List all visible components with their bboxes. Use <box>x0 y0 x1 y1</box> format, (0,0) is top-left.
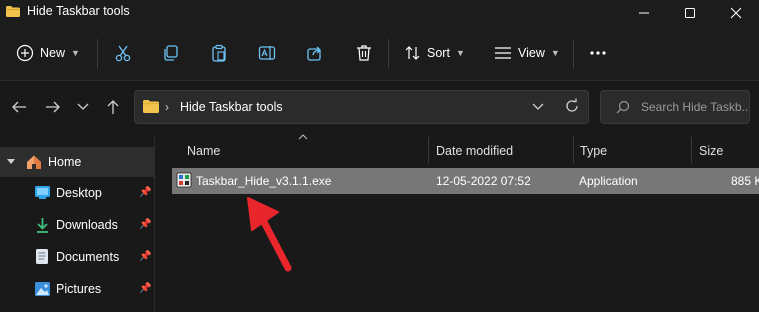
new-button[interactable]: New ▼ <box>16 44 80 62</box>
maximize-button[interactable] <box>667 0 713 26</box>
sort-button[interactable]: Sort ▼ <box>405 45 465 61</box>
documents-icon <box>36 249 48 264</box>
folder-icon <box>6 6 20 17</box>
pictures-icon <box>35 282 50 296</box>
sidebar-item-home[interactable]: Home <box>0 147 155 177</box>
sort-ascending-icon <box>298 134 308 140</box>
column-header-label: Type <box>580 144 608 158</box>
column-header-size[interactable]: Size <box>699 140 723 162</box>
close-icon <box>730 7 742 19</box>
home-icon <box>27 155 41 169</box>
pin-icon[interactable]: 📌 <box>139 219 151 230</box>
desktop-icon <box>35 186 50 199</box>
new-icon <box>16 44 34 62</box>
column-resize-handle[interactable] <box>428 137 429 163</box>
rename-icon[interactable] <box>258 44 276 62</box>
column-header-date-modified[interactable]: Date modified <box>436 140 513 162</box>
separator <box>388 39 389 69</box>
column-resize-handle[interactable] <box>691 137 692 163</box>
chevron-down-icon: ▼ <box>550 48 560 58</box>
cut-icon[interactable] <box>114 44 132 62</box>
minimize-icon <box>639 12 649 14</box>
sidebar-item-downloads[interactable]: Downloads 📌 <box>0 210 155 240</box>
search-placeholder: Search Hide Taskb... <box>641 100 749 114</box>
view-button[interactable]: View ▼ <box>494 45 560 61</box>
chevron-down-icon: ▼ <box>455 48 465 58</box>
file-date-modified: 12-05-2022 07:52 <box>436 174 531 188</box>
column-resize-handle[interactable] <box>573 137 574 163</box>
new-label: New <box>40 46 66 60</box>
delete-icon[interactable] <box>355 44 373 62</box>
column-header-label: Name <box>187 144 221 158</box>
window-title: Hide Taskbar tools <box>27 4 130 18</box>
search-icon <box>616 100 630 114</box>
back-arrow-icon[interactable] <box>11 100 27 114</box>
column-header-label: Date modified <box>436 144 514 158</box>
sidebar-item-label: Downloads <box>56 218 118 232</box>
up-arrow-icon[interactable] <box>106 99 120 115</box>
breadcrumb-separator-icon: › <box>165 100 169 114</box>
sidebar-item-label: Pictures <box>56 282 102 296</box>
sidebar-item-label: Home <box>48 155 82 169</box>
sidebar-item-desktop[interactable]: Desktop 📌 <box>0 178 155 208</box>
file-type: Application <box>579 174 638 188</box>
breadcrumb[interactable]: Hide Taskbar tools <box>180 100 283 114</box>
separator <box>573 39 574 69</box>
sort-label: Sort <box>427 46 450 60</box>
minimize-button[interactable] <box>621 0 667 26</box>
copy-icon[interactable] <box>162 44 180 62</box>
sidebar-item-documents[interactable]: Documents 📌 <box>0 242 155 272</box>
column-header-name[interactable]: Name <box>187 140 220 162</box>
annotation-arrow <box>247 197 292 272</box>
chevron-down-icon: ▼ <box>71 48 80 58</box>
title-bar: Hide Taskbar tools <box>0 0 759 26</box>
pin-icon[interactable]: 📌 <box>139 187 151 198</box>
sidebar-item-label: Desktop <box>56 186 102 200</box>
sidebar-item-pictures[interactable]: Pictures 📌 <box>0 274 155 304</box>
download-icon <box>37 218 48 233</box>
address-dropdown-chevron-icon[interactable] <box>532 102 544 112</box>
maximize-icon <box>685 8 695 18</box>
sort-icon <box>405 46 420 60</box>
share-icon[interactable] <box>306 44 324 62</box>
pin-icon[interactable]: 📌 <box>139 283 151 294</box>
recent-locations-chevron-icon[interactable] <box>77 102 89 112</box>
view-label: View <box>518 46 545 60</box>
file-name[interactable]: Taskbar_Hide_v3.1.1.exe <box>196 174 331 188</box>
sidebar-item-label: Documents <box>56 250 120 264</box>
close-button[interactable] <box>713 0 759 26</box>
forward-arrow-icon[interactable] <box>45 100 61 114</box>
file-size: 885 K <box>731 174 759 188</box>
paste-icon[interactable] <box>210 44 228 62</box>
more-icon[interactable] <box>589 47 607 59</box>
chevron-down-icon[interactable] <box>6 158 16 166</box>
column-header-type[interactable]: Type <box>580 140 607 162</box>
pin-icon[interactable]: 📌 <box>139 251 151 262</box>
application-exe-icon <box>176 172 192 188</box>
view-icon <box>495 47 511 59</box>
column-header-label: Size <box>699 144 724 158</box>
folder-icon <box>143 100 159 113</box>
separator <box>97 39 98 69</box>
refresh-icon[interactable] <box>564 98 580 114</box>
